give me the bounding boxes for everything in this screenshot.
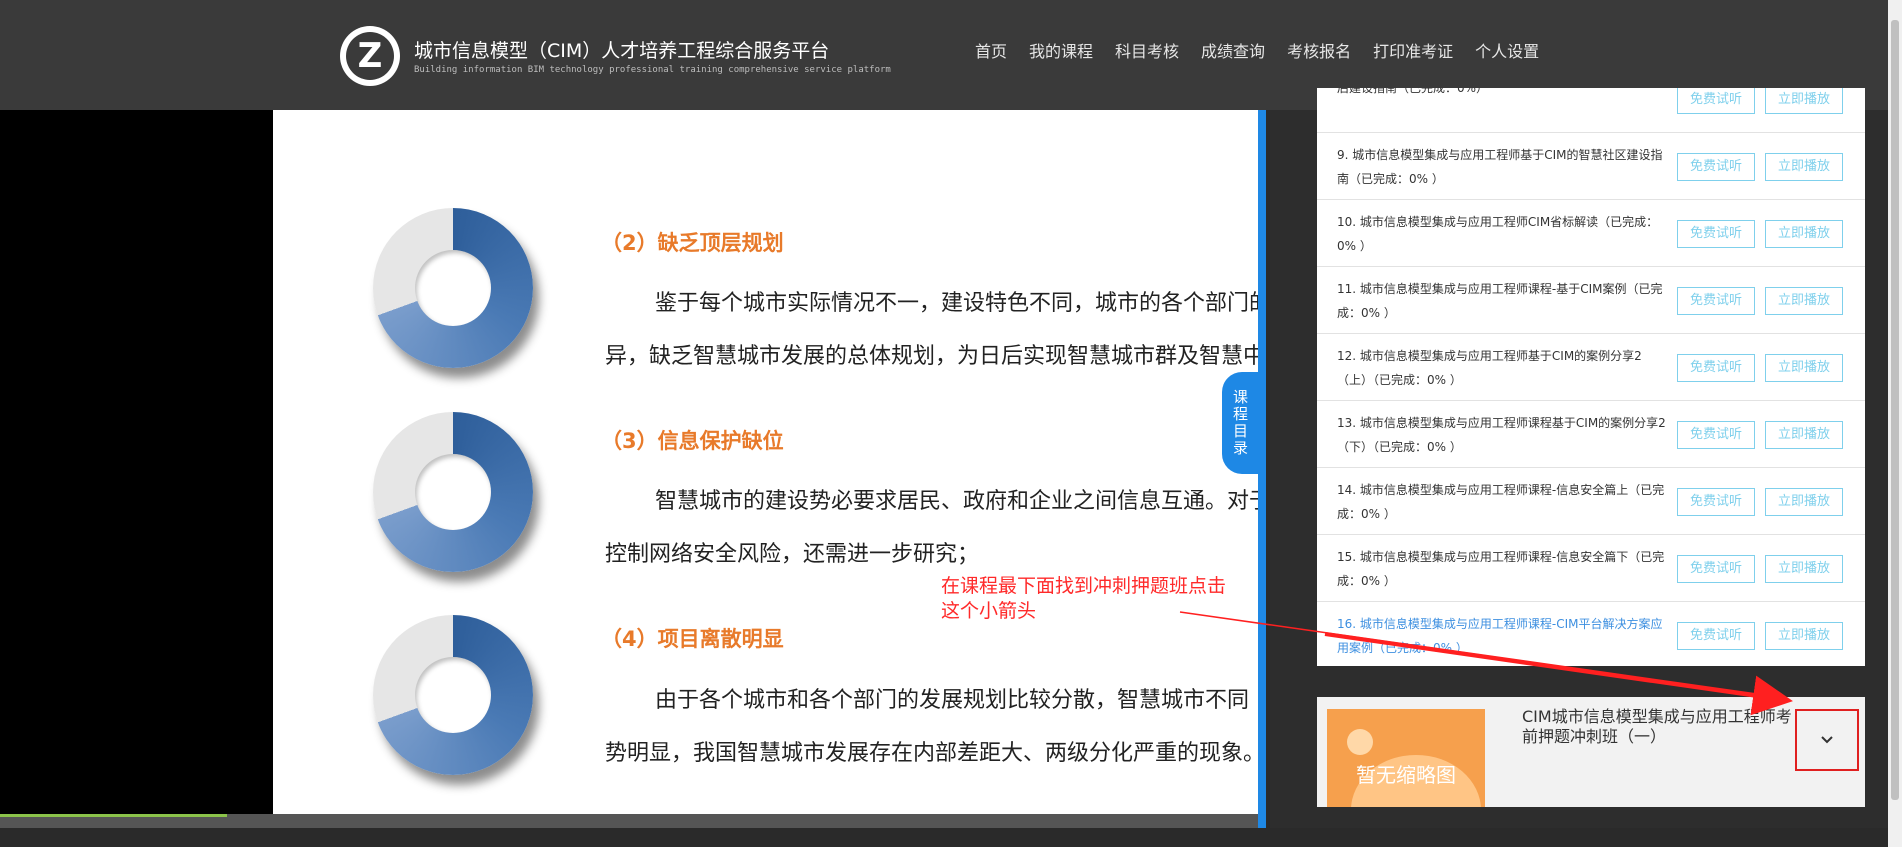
main-nav: 首页 我的课程 科目考核 成绩查询 考核报名 打印准考证 个人设置 — [975, 38, 1561, 62]
play-now-button[interactable]: 立即播放 — [1765, 555, 1843, 583]
nav-personal-settings[interactable]: 个人设置 — [1475, 38, 1539, 62]
panel-divider — [1258, 110, 1266, 828]
free-trial-button[interactable]: 免费试听 — [1677, 622, 1755, 650]
nav-print-admission[interactable]: 打印准考证 — [1373, 38, 1453, 62]
free-trial-button[interactable]: 免费试听 — [1677, 555, 1755, 583]
section-title: （4）项目离散明显 — [601, 627, 784, 651]
play-now-button[interactable]: 立即播放 — [1765, 88, 1843, 114]
free-trial-button[interactable]: 免费试听 — [1677, 354, 1755, 382]
lesson-row[interactable]: 10. 城市信息模型集成与应用工程师CIM省标解读（已完成：0% ） 免费试听 立即… — [1317, 200, 1865, 267]
donut-chart-graphic — [373, 208, 533, 368]
chevron-down-icon — [1821, 736, 1833, 744]
page-scrollbar[interactable] — [1888, 0, 1902, 847]
section-title: （3）信息保护缺位 — [601, 429, 784, 453]
video-player-background[interactable] — [0, 110, 273, 814]
lesson-row[interactable]: 11. 城市信息模型集成与应用工程师课程-基于CIM案例（已完成：0% ） 免费试… — [1317, 267, 1865, 334]
video-progress-fill — [0, 814, 228, 817]
course-thumbnail: 暂无缩略图 — [1327, 709, 1485, 807]
section-text: 异，缺乏智慧城市发展的总体规划，为日后实现智慧城市群及智慧中 — [605, 344, 1263, 369]
nav-home[interactable]: 首页 — [975, 38, 1007, 62]
lesson-row[interactable]: 后建设指南（已完成：0%） 免费试听 立即播放 — [1317, 88, 1865, 133]
expand-button[interactable] — [1795, 709, 1859, 771]
play-now-button[interactable]: 立即播放 — [1765, 153, 1843, 181]
lesson-row[interactable]: 13. 城市信息模型集成与应用工程师课程基于CIM的案例分享2（下）（已完成：0… — [1317, 401, 1865, 468]
lesson-row[interactable]: 15. 城市信息模型集成与应用工程师课程-信息安全篇下（已完成：0% ） 免费试听… — [1317, 535, 1865, 602]
lesson-title[interactable]: 后建设指南（已完成：0%） — [1337, 88, 1667, 100]
free-trial-button[interactable]: 免费试听 — [1677, 88, 1755, 114]
instruction-annotation: 在课程最下面找到冲刺押题班点击 这个小箭头 — [941, 574, 1226, 624]
nav-subject-assessment[interactable]: 科目考核 — [1115, 38, 1179, 62]
lesson-title[interactable]: 13. 城市信息模型集成与应用工程师课程基于CIM的案例分享2（下）（已完成：0… — [1337, 411, 1667, 459]
play-now-button[interactable]: 立即播放 — [1765, 488, 1843, 516]
play-now-button[interactable]: 立即播放 — [1765, 421, 1843, 449]
section-text: 控制网络安全风险，还需进一步研究； — [605, 542, 980, 567]
donut-chart-graphic — [373, 412, 533, 572]
course-card-title: CIM城市信息模型集成与应用工程师考前押题冲刺班（一） — [1522, 707, 1792, 746]
logo-letter: Z — [346, 32, 394, 80]
site-title: 城市信息模型（CIM）人才培养工程综合服务平台 — [414, 40, 830, 62]
sun-icon — [1347, 729, 1373, 755]
lesson-title[interactable]: 16. 城市信息模型集成与应用工程师课程-CIM平台解决方案应用案例（已完成：0… — [1337, 612, 1667, 660]
nav-exam-registration[interactable]: 考核报名 — [1287, 38, 1351, 62]
play-now-button[interactable]: 立即播放 — [1765, 622, 1843, 650]
free-trial-button[interactable]: 免费试听 — [1677, 287, 1755, 315]
scrollbar-thumb[interactable] — [1891, 20, 1899, 800]
lesson-title[interactable]: 9. 城市信息模型集成与应用工程师基于CIM的智慧社区建设指南（已完成：0% ） — [1337, 143, 1667, 191]
course-catalog-tab[interactable]: 课程目录 — [1222, 372, 1258, 474]
lesson-title[interactable]: 11. 城市信息模型集成与应用工程师课程-基于CIM案例（已完成：0% ） — [1337, 277, 1667, 325]
lesson-row[interactable]: 16. 城市信息模型集成与应用工程师课程-CIM平台解决方案应用案例（已完成：0… — [1317, 602, 1865, 666]
nav-score-query[interactable]: 成绩查询 — [1201, 38, 1265, 62]
section-text: 智慧城市的建设势必要求居民、政府和企业之间信息互通。对于 — [655, 489, 1263, 514]
video-slide[interactable]: （2）缺乏顶层规划 鉴于每个城市实际情况不一，建设特色不同，城市的各个部门的 异… — [273, 110, 1263, 814]
site-logo[interactable]: Z — [340, 26, 400, 86]
free-trial-button[interactable]: 免费试听 — [1677, 220, 1755, 248]
play-now-button[interactable]: 立即播放 — [1765, 354, 1843, 382]
lesson-list[interactable]: 后建设指南（已完成：0%） 免费试听 立即播放 9. 城市信息模型集成与应用工程师基于… — [1317, 88, 1865, 666]
lesson-title[interactable]: 12. 城市信息模型集成与应用工程师基于CIM的案例分享2（上）（已完成：0% … — [1337, 344, 1667, 392]
site-subtitle: Building information BIM technology prof… — [414, 65, 891, 75]
lesson-title[interactable]: 15. 城市信息模型集成与应用工程师课程-信息安全篇下（已完成：0% ） — [1337, 545, 1667, 593]
free-trial-button[interactable]: 免费试听 — [1677, 153, 1755, 181]
free-trial-button[interactable]: 免费试听 — [1677, 421, 1755, 449]
lesson-row[interactable]: 12. 城市信息模型集成与应用工程师基于CIM的案例分享2（上）（已完成：0% … — [1317, 334, 1865, 401]
section-text: 鉴于每个城市实际情况不一，建设特色不同，城市的各个部门的 — [655, 291, 1263, 316]
lesson-title[interactable]: 10. 城市信息模型集成与应用工程师CIM省标解读（已完成：0% ） — [1337, 210, 1667, 258]
thumbnail-placeholder-label: 暂无缩略图 — [1356, 763, 1456, 787]
section-text: 由于各个城市和各个部门的发展规划比较分散，智慧城市不同 — [655, 688, 1250, 713]
play-now-button[interactable]: 立即播放 — [1765, 287, 1843, 315]
section-title: （2）缺乏顶层规划 — [601, 231, 784, 255]
video-progress-bar[interactable] — [0, 814, 1263, 828]
section-text: 势明显，我国智慧城市发展存在内部差距大、两级分化严重的现象。 — [605, 741, 1263, 766]
lesson-row[interactable]: 9. 城市信息模型集成与应用工程师基于CIM的智慧社区建设指南（已完成：0% ）… — [1317, 133, 1865, 200]
annotation-line: 这个小箭头 — [941, 600, 1037, 622]
play-now-button[interactable]: 立即播放 — [1765, 220, 1843, 248]
lesson-title[interactable]: 14. 城市信息模型集成与应用工程师课程-信息安全篇上（已完成：0% ） — [1337, 478, 1667, 526]
course-card[interactable]: 暂无缩略图 CIM城市信息模型集成与应用工程师考前押题冲刺班（一） — [1317, 697, 1865, 807]
footer-strip — [0, 828, 1888, 847]
free-trial-button[interactable]: 免费试听 — [1677, 488, 1755, 516]
annotation-line: 在课程最下面找到冲刺押题班点击 — [941, 575, 1227, 597]
donut-chart-graphic — [373, 615, 533, 775]
lesson-row[interactable]: 14. 城市信息模型集成与应用工程师课程-信息安全篇上（已完成：0% ） 免费试听… — [1317, 468, 1865, 535]
nav-my-courses[interactable]: 我的课程 — [1029, 38, 1093, 62]
